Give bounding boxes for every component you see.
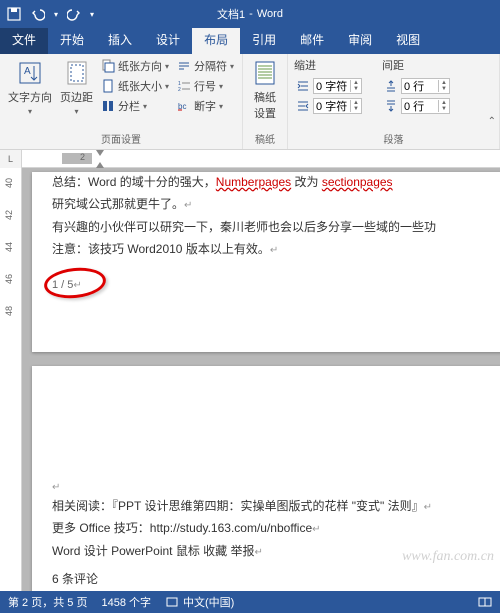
margins-button[interactable]: 页边距 ▾	[58, 57, 95, 129]
chevron-down-icon: ▾	[74, 107, 78, 116]
spacing-before-icon	[384, 79, 398, 93]
margins-icon	[63, 59, 91, 87]
svg-text:A: A	[24, 66, 31, 77]
indent-right-input[interactable]: ▲▼	[313, 98, 362, 114]
document-scroll[interactable]: 总结：Word 的域十分的强大，Numberpages 改为 sectionpa…	[22, 168, 500, 591]
indent-title: 缩进	[294, 57, 364, 75]
indent-left-input[interactable]: ▲▼	[313, 78, 362, 94]
app-name: Word	[257, 8, 283, 20]
page[interactable]: ↵ 相关阅读：『PPT 设计思维第四期：实操单图版式的花样 "变式" 法则』↵ …	[32, 366, 500, 591]
undo-dropdown-icon[interactable]: ▾	[54, 10, 58, 19]
ruler-track[interactable]: 2	[22, 150, 500, 167]
document-body[interactable]: ↵ 相关阅读：『PPT 设计思维第四期：实操单图版式的花样 "变式" 法则』↵ …	[52, 476, 492, 590]
indent-right-row: ▲▼	[294, 97, 364, 115]
orientation-icon	[101, 59, 115, 73]
tab-mailings[interactable]: 邮件	[288, 26, 336, 54]
indent-right-icon	[296, 99, 310, 113]
ribbon: A 文字方向 ▾ 页边距 ▾ 纸张方向▾ 纸张大小▾ 分栏▾ 分隔符▾ 12行号…	[0, 54, 500, 150]
hyphenation-button[interactable]: bc断字▾	[175, 97, 236, 115]
chevron-down-icon: ▾	[28, 107, 32, 116]
spacing-after-row: ▲▼	[382, 97, 452, 115]
columns-icon	[101, 99, 115, 113]
spacing-title: 间距	[382, 57, 452, 75]
tab-references[interactable]: 引用	[240, 26, 288, 54]
ruler-corner[interactable]: L	[0, 150, 22, 168]
group-label: 页面设置	[6, 129, 236, 149]
paper-settings-button[interactable]: 稿纸 设置	[249, 57, 281, 129]
status-page[interactable]: 第 2 页，共 5 页	[8, 594, 87, 610]
title-bar: ▾ ▾ 文档1 - Word	[0, 0, 500, 28]
text-direction-icon: A	[16, 59, 44, 87]
first-line-indent-icon[interactable]	[96, 150, 104, 156]
line-numbers-button[interactable]: 12行号▾	[175, 77, 236, 95]
undo-icon[interactable]	[30, 6, 46, 22]
orientation-button[interactable]: 纸张方向▾	[99, 57, 171, 75]
tab-view[interactable]: 视图	[384, 26, 432, 54]
doc-title: 文档1	[217, 6, 245, 22]
spacing-before-input[interactable]: ▲▼	[401, 78, 450, 94]
hyphenation-icon: bc	[177, 99, 191, 113]
collapse-ribbon-icon[interactable]: ⌃	[488, 116, 496, 127]
status-words[interactable]: 1458 个字	[101, 594, 151, 610]
page-number-field[interactable]: 1 / 5↵	[52, 276, 492, 295]
breaks-button[interactable]: 分隔符▾	[175, 57, 236, 75]
tab-file[interactable]: 文件	[0, 26, 48, 54]
ruler-horizontal[interactable]: L 2	[0, 150, 500, 168]
columns-button[interactable]: 分栏▾	[99, 97, 171, 115]
ruler-vertical[interactable]: 40 42 44 46 48	[0, 168, 22, 591]
group-label: 稿纸	[249, 129, 281, 149]
size-icon	[101, 79, 115, 93]
indent-left-icon	[296, 79, 310, 93]
spacing-before-row: ▲▼	[382, 77, 452, 95]
group-page-setup: A 文字方向 ▾ 页边距 ▾ 纸张方向▾ 纸张大小▾ 分栏▾ 分隔符▾ 12行号…	[0, 54, 243, 149]
quick-access-toolbar: ▾ ▾	[0, 6, 100, 22]
size-button[interactable]: 纸张大小▾	[99, 77, 171, 95]
group-paragraph: 缩进 ▲▼ ▲▼ 间距 ▲▼ ▲▼	[288, 54, 500, 149]
save-icon[interactable]	[6, 6, 22, 22]
tab-review[interactable]: 审阅	[336, 26, 384, 54]
status-lang[interactable]: 中文(中国)	[165, 594, 234, 610]
svg-text:2: 2	[178, 87, 181, 93]
group-paper: 稿纸 设置 稿纸	[243, 54, 288, 149]
tab-design[interactable]: 设计	[144, 26, 192, 54]
text-direction-button[interactable]: A 文字方向 ▾	[6, 57, 54, 129]
window-title: 文档1 - Word	[217, 6, 283, 22]
document-area: 40 42 44 46 48 总结：Word 的域十分的强大，Numberpag…	[0, 168, 500, 591]
ribbon-tabs: 文件 开始 插入 设计 布局 引用 邮件 审阅 视图	[0, 28, 500, 54]
tab-insert[interactable]: 插入	[96, 26, 144, 54]
document-body[interactable]: 总结：Word 的域十分的强大，Numberpages 改为 sectionpa…	[52, 172, 492, 294]
group-label: 段落	[294, 129, 493, 149]
page[interactable]: 总结：Word 的域十分的强大，Numberpages 改为 sectionpa…	[32, 172, 500, 352]
indent-left-row: ▲▼	[294, 77, 364, 95]
qat-customize-icon[interactable]: ▾	[90, 10, 94, 19]
breaks-icon	[177, 59, 191, 73]
redo-icon[interactable]	[66, 6, 82, 22]
tab-home[interactable]: 开始	[48, 26, 96, 54]
line-numbers-icon: 12	[177, 79, 191, 93]
status-bar: 第 2 页，共 5 页 1458 个字 中文(中国)	[0, 591, 500, 613]
tab-layout[interactable]: 布局	[192, 26, 240, 54]
language-icon	[165, 595, 179, 609]
paper-icon	[251, 59, 279, 87]
spacing-after-icon	[384, 99, 398, 113]
reading-view-icon[interactable]	[478, 595, 492, 609]
spacing-after-input[interactable]: ▲▼	[401, 98, 450, 114]
